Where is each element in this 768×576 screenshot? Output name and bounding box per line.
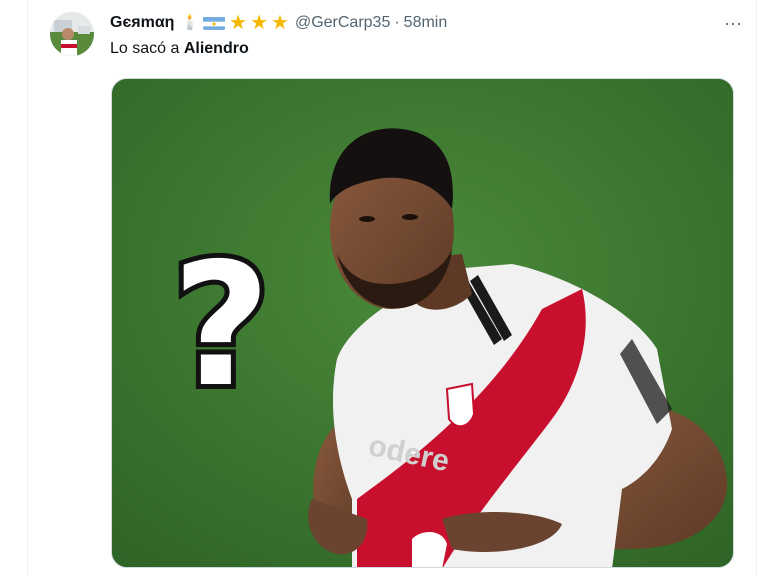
tweet-header: Gєяmαη 🕯️ ★ ★ ★ @GerCarp35 · 58min bbox=[110, 12, 447, 34]
star-icon: ★ bbox=[250, 12, 269, 34]
club-crest-icon bbox=[445, 382, 476, 428]
avatar-image bbox=[50, 12, 94, 56]
player-eye bbox=[402, 214, 418, 220]
player-eye bbox=[359, 216, 375, 222]
tweet-text-prefix: Lo sacó a bbox=[110, 40, 184, 57]
shirt-tail bbox=[412, 532, 447, 567]
star-icon: ★ bbox=[229, 12, 248, 34]
argentina-flag-icon bbox=[203, 16, 226, 30]
more-options-button[interactable]: ··· bbox=[716, 10, 750, 36]
name-badges: 🕯️ ★ ★ ★ bbox=[180, 13, 289, 33]
tweet-text-bold: Aliendro bbox=[183, 40, 249, 57]
tweet-text: Lo sacó a Aliendro bbox=[110, 38, 249, 60]
tweet-media[interactable]: odere ? bbox=[111, 78, 734, 568]
candle-icon: 🕯️ bbox=[180, 14, 200, 31]
display-name[interactable]: Gєяmαη bbox=[110, 12, 174, 34]
more-dots-icon: ··· bbox=[724, 12, 742, 33]
player-photo: odere ? bbox=[112, 79, 733, 567]
user-handle[interactable]: @GerCarp35 bbox=[295, 12, 390, 34]
question-mark-overlay: ? bbox=[172, 227, 271, 425]
tweet[interactable]: Gєяmαη 🕯️ ★ ★ ★ @GerCarp35 · 58min ··· L… bbox=[40, 0, 756, 576]
page: Gєяmαη 🕯️ ★ ★ ★ @GerCarp35 · 58min ··· L… bbox=[0, 0, 768, 576]
timeline-right-border bbox=[756, 0, 757, 576]
tweet-timestamp[interactable]: 58min bbox=[404, 12, 448, 34]
avatar[interactable] bbox=[50, 12, 94, 56]
header-separator: · bbox=[394, 14, 400, 31]
timeline-left-border bbox=[27, 0, 28, 576]
star-icon: ★ bbox=[271, 12, 289, 34]
